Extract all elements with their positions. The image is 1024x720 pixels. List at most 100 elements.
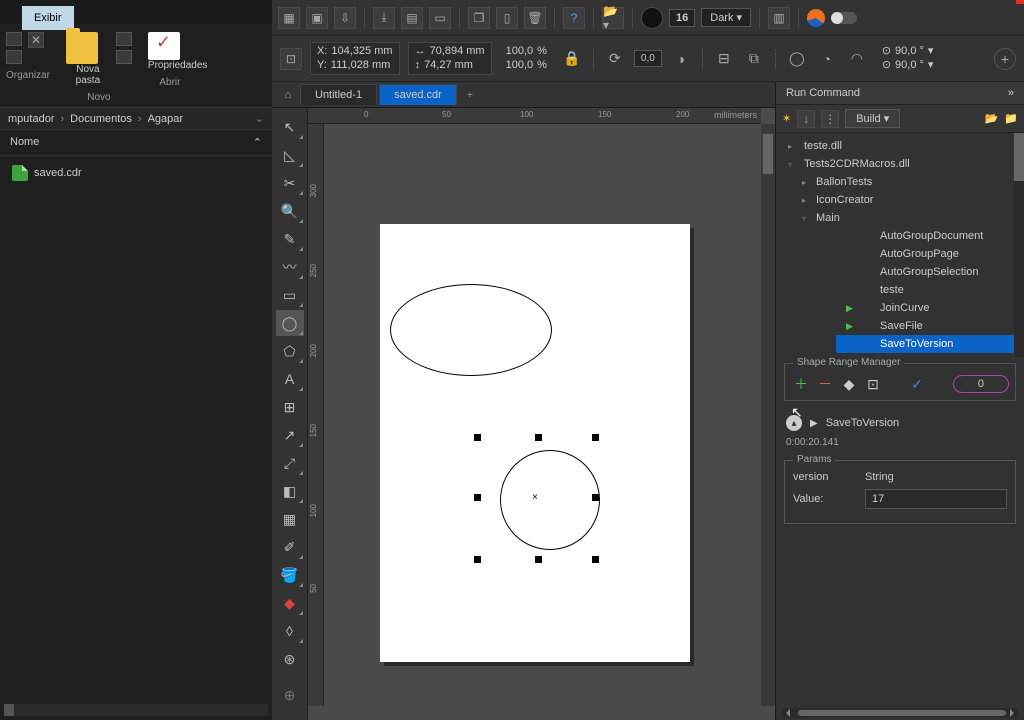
- tab-add-icon[interactable]: +: [459, 84, 481, 106]
- dimension-tool[interactable]: ↗: [276, 422, 304, 448]
- theme-select[interactable]: Dark ▾: [701, 8, 751, 27]
- size-box[interactable]: ↔70,894 mm ↕74,27 mm: [408, 42, 492, 74]
- import-icon[interactable]: ⤓: [373, 7, 395, 29]
- star-icon[interactable]: ✶: [782, 112, 791, 125]
- filter-icon[interactable]: ⋮: [821, 110, 839, 128]
- param-value-input[interactable]: 17: [865, 489, 1007, 509]
- angles-box[interactable]: ⊙90,0 °▾ ⊙90,0 °▾: [876, 43, 940, 73]
- polygon-tool[interactable]: ⬠: [276, 338, 304, 364]
- breadcrumb[interactable]: mputador› Documentos› Agapar ⌄: [0, 107, 272, 130]
- tree-node-iconcreator[interactable]: ▸IconCreator: [776, 191, 1024, 209]
- tree-leaf-autogrouppage[interactable]: AutoGroupPage: [776, 245, 1024, 263]
- new-folder-button[interactable]: Nova pasta: [66, 32, 110, 86]
- open-icon[interactable]: ▣: [306, 7, 328, 29]
- smart-fill-tool[interactable]: ◆: [276, 590, 304, 616]
- tree-node-testedll[interactable]: ▸teste.dll: [776, 137, 1024, 155]
- canvas-vscroll[interactable]: [761, 124, 775, 706]
- help-icon[interactable]: ?: [563, 7, 585, 29]
- sort-icon[interactable]: ⌃: [253, 136, 262, 149]
- rotation-field[interactable]: 0,0: [634, 50, 662, 67]
- selection-handle[interactable]: [592, 494, 599, 501]
- tab-saved[interactable]: saved.cdr: [379, 84, 457, 105]
- crop-tool[interactable]: ✂: [276, 170, 304, 196]
- new-icon[interactable]: ▦: [278, 7, 300, 29]
- home-tab-icon[interactable]: ⌂: [276, 84, 300, 106]
- dotted-select-icon[interactable]: ⊡: [280, 48, 302, 70]
- save-icon[interactable]: ⇩: [334, 7, 356, 29]
- open-folder-icon[interactable]: 📂: [985, 112, 999, 125]
- open-folder2-icon[interactable]: 📁: [1004, 112, 1018, 125]
- menu-exibir[interactable]: Exibir: [22, 6, 74, 30]
- ellipse-shape[interactable]: [390, 284, 552, 376]
- ellipse-tool[interactable]: ◯: [276, 310, 304, 336]
- crumb-documents[interactable]: Documentos: [70, 113, 132, 125]
- export-icon[interactable]: ▤: [401, 7, 423, 29]
- add-tool-icon[interactable]: ⊕: [276, 682, 304, 708]
- eyedropper-tool[interactable]: ✐: [276, 534, 304, 560]
- selection-center-icon[interactable]: ×: [532, 492, 538, 503]
- file-row[interactable]: saved.cdr: [10, 162, 262, 184]
- tree-scrollbar[interactable]: [1014, 133, 1024, 357]
- col-nome[interactable]: Nome: [10, 136, 39, 149]
- build-button[interactable]: Build ▾: [845, 109, 900, 128]
- position-box[interactable]: X:104,325 mm Y:111,028 mm: [310, 42, 400, 74]
- scale-box[interactable]: 100,0% 100,0%: [500, 43, 553, 73]
- selection-handle[interactable]: [474, 556, 481, 563]
- docker-title-bar[interactable]: Run Command »: [776, 82, 1024, 105]
- circle-shape-selected[interactable]: [500, 450, 600, 550]
- close-hint[interactable]: [1016, 0, 1024, 4]
- open-folder-icon[interactable]: 📂▾: [602, 7, 624, 29]
- artistic-tool[interactable]: 〰: [276, 254, 304, 280]
- text-tool[interactable]: A: [276, 366, 304, 392]
- shape-erase-icon[interactable]: ◆: [839, 374, 859, 394]
- arc-mode-icon[interactable]: ◠: [846, 48, 868, 70]
- fill-tool[interactable]: 🪣: [276, 562, 304, 588]
- blend-tool[interactable]: ⊛: [276, 646, 304, 672]
- docker-expand-icon[interactable]: »: [1008, 87, 1014, 99]
- properties-button[interactable]: Propriedades: [148, 32, 192, 71]
- sort-icon[interactable]: ↓: [797, 110, 815, 128]
- pie-mode-icon[interactable]: ◔: [816, 48, 838, 70]
- tree-leaf-savetoversion[interactable]: SaveToVersion: [836, 335, 1024, 353]
- zoom-tool[interactable]: 🔍: [276, 198, 304, 224]
- run-play-icon[interactable]: ▶: [810, 418, 818, 429]
- new-item-icon[interactable]: [116, 32, 132, 46]
- plus-circle-icon[interactable]: +: [994, 48, 1016, 70]
- table-tool[interactable]: ⊞: [276, 394, 304, 420]
- align-icon[interactable]: ⊟: [713, 48, 735, 70]
- tree-leaf-autogroupdoc[interactable]: AutoGroupDocument: [776, 227, 1024, 245]
- dark-circle-icon[interactable]: [641, 7, 663, 29]
- freehand-tool[interactable]: ✎: [276, 226, 304, 252]
- tree-leaf-joincurve[interactable]: ▶JoinCurve: [776, 299, 1024, 317]
- clipboard-icon[interactable]: ▯: [496, 7, 518, 29]
- easy-access-icon[interactable]: [116, 50, 132, 64]
- tree-leaf-savefile[interactable]: ▶SaveFile: [776, 317, 1024, 335]
- selection-handle[interactable]: [535, 556, 542, 563]
- order-icon[interactable]: ⧉: [743, 48, 765, 70]
- ellipse-mode-icon[interactable]: ◯: [786, 48, 808, 70]
- selection-handle[interactable]: [592, 556, 599, 563]
- pin-icon[interactable]: [6, 32, 22, 46]
- shadow-tool[interactable]: ◧: [276, 478, 304, 504]
- rectangle-tool[interactable]: ▭: [276, 282, 304, 308]
- mirror-h-icon[interactable]: ◑: [670, 48, 692, 70]
- connector-tool[interactable]: ⤢: [276, 450, 304, 476]
- explorer-hscroll[interactable]: [4, 704, 268, 716]
- shape-select-icon[interactable]: ⊡: [863, 374, 883, 394]
- outline-tool[interactable]: ◊: [276, 618, 304, 644]
- copy-icon[interactable]: ❐: [468, 7, 490, 29]
- selection-handle[interactable]: [474, 494, 481, 501]
- crumb-computer[interactable]: mputador: [8, 113, 54, 125]
- layout-icon[interactable]: ▥: [768, 7, 790, 29]
- shape-tool[interactable]: ◺: [276, 142, 304, 168]
- tab-untitled[interactable]: Untitled-1: [300, 84, 377, 105]
- collapse-icon[interactable]: ▴: [786, 415, 802, 431]
- ruler-horizontal[interactable]: 0 50 100 150 200 millimeters: [308, 108, 761, 124]
- tree-node-ballontests[interactable]: ▸BallonTests: [776, 173, 1024, 191]
- shape-check-icon[interactable]: ✓: [907, 374, 927, 394]
- trash-icon[interactable]: 🗑: [524, 7, 546, 29]
- refresh-icon[interactable]: [807, 9, 825, 27]
- crumb-agapar[interactable]: Agapar: [148, 113, 183, 125]
- selection-handle[interactable]: [535, 434, 542, 441]
- column-header[interactable]: Nome ⌃: [0, 130, 272, 156]
